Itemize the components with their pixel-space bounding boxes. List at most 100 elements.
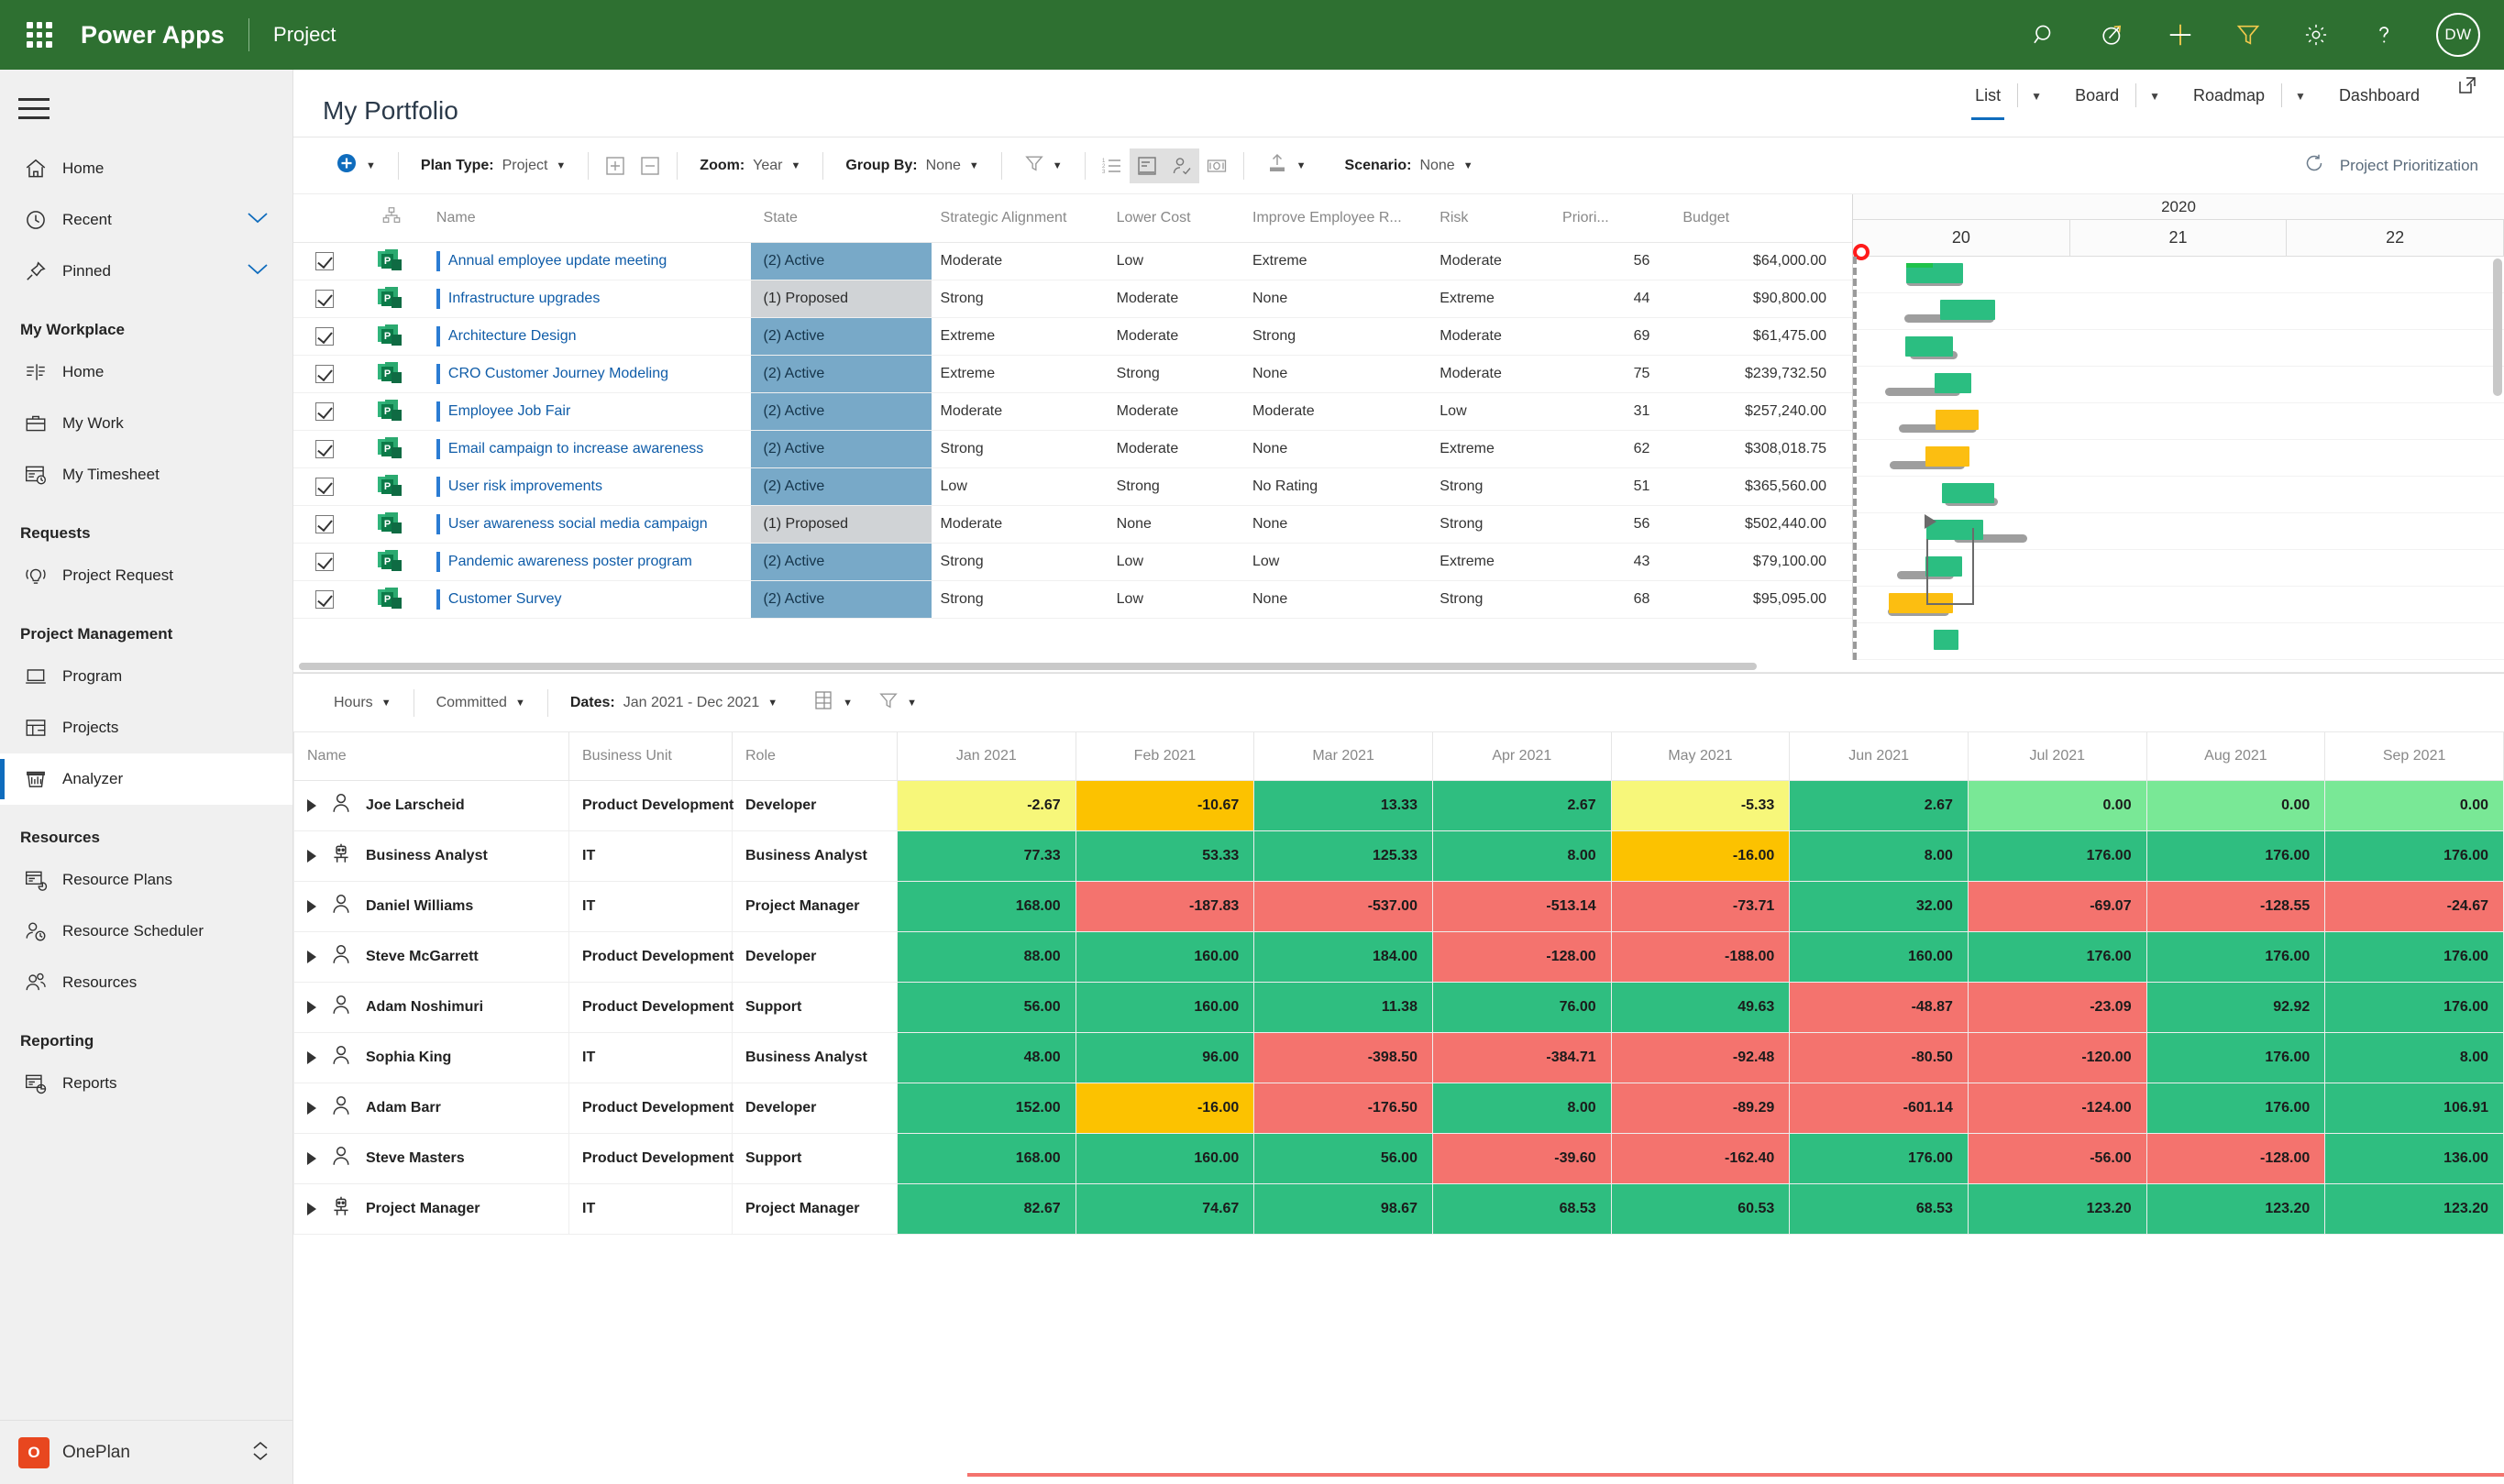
resource-month-cell[interactable]: 82.67	[897, 1182, 1076, 1235]
resource-month-cell[interactable]: 74.67	[1075, 1182, 1255, 1235]
resource-month-cell[interactable]: 68.53	[1431, 1182, 1612, 1235]
resource-month-cell[interactable]: -56.00	[1967, 1132, 2147, 1184]
project-name-cell[interactable]: Architecture Design	[426, 317, 751, 356]
gear-icon[interactable]	[2300, 19, 2332, 50]
tab-label[interactable]: Roadmap	[2177, 86, 2281, 120]
resource-month-cell[interactable]: -601.14	[1789, 1082, 1969, 1134]
project-name-cell[interactable]: User risk improvements	[426, 467, 751, 506]
resource-month-cell[interactable]: 53.33	[1075, 830, 1255, 882]
resource-month-cell[interactable]: -188.00	[1610, 930, 1791, 983]
resource-month-cell[interactable]: 106.91	[2324, 1082, 2504, 1134]
chevron-down-icon[interactable]: ▼	[843, 698, 853, 709]
chevron-down-icon[interactable]: ▼	[969, 160, 979, 171]
resource-name-cell[interactable]: Steve Masters	[293, 1132, 569, 1184]
resource-month-cell[interactable]: 88.00	[897, 930, 1076, 983]
table-row[interactable]: P Employee Job Fair (2) Active Moderate Mode…	[293, 392, 1852, 431]
tab-label[interactable]: Board	[2058, 86, 2135, 120]
chevron-down-icon[interactable]: ▼	[791, 160, 801, 171]
resource-month-cell[interactable]: 176.00	[1789, 1132, 1969, 1184]
resource-month-cell[interactable]: -16.00	[1610, 830, 1791, 882]
gantt-bar[interactable]	[1936, 410, 1979, 430]
units-dropdown[interactable]: Hours ▼	[321, 683, 404, 723]
resource-col-month[interactable]: Jan 2021	[897, 732, 1076, 781]
expand-triangle-icon[interactable]	[307, 950, 316, 963]
resource-month-cell[interactable]: 176.00	[2145, 830, 2326, 882]
resource-row[interactable]: Adam Barr Product Development Developer 152…	[293, 1082, 2504, 1134]
sidebar-item-my-timesheet[interactable]: My Timesheet	[0, 449, 292, 500]
project-name-cell[interactable]: Infrastructure upgrades	[426, 280, 751, 318]
table-row[interactable]: P Infrastructure upgrades (1) Proposed Stro…	[293, 280, 1852, 318]
col-risk[interactable]: Risk	[1430, 194, 1554, 243]
chevron-down-icon[interactable]: ▼	[381, 698, 392, 709]
sidebar-item-pinned[interactable]: Pinned	[0, 246, 292, 297]
expand-all-icon[interactable]	[598, 148, 633, 183]
search-icon[interactable]	[2029, 19, 2060, 50]
project-name-cell[interactable]: Email campaign to increase awareness	[426, 430, 751, 468]
resource-col-business-unit[interactable]: Business Unit	[568, 732, 733, 781]
col-lower-cost[interactable]: Lower Cost	[1107, 194, 1243, 243]
resource-name-cell[interactable]: Joe Larscheid	[293, 779, 569, 831]
resource-col-month[interactable]: Jul 2021	[1967, 732, 2147, 781]
col-budget[interactable]: Budget	[1673, 194, 1852, 243]
gantt-chart[interactable]: 2020 20 21 22	[1852, 194, 2504, 660]
row-checkbox[interactable]	[293, 242, 357, 280]
table-row[interactable]: P User risk improvements (2) Active Low Stro…	[293, 467, 1852, 506]
resource-month-cell[interactable]: -513.14	[1431, 880, 1612, 932]
gantt-bar[interactable]	[1935, 373, 1971, 393]
sidebar-item-recent[interactable]: Recent	[0, 194, 292, 246]
tab-roadmap[interactable]: Roadmap ▼	[2177, 70, 2322, 137]
resource-month-cell[interactable]: 76.00	[1431, 981, 1612, 1033]
resource-month-cell[interactable]: 136.00	[2324, 1132, 2504, 1184]
resource-col-month[interactable]: Mar 2021	[1253, 732, 1433, 781]
resource-month-cell[interactable]: 176.00	[2145, 1082, 2326, 1134]
resource-month-cell[interactable]: 176.00	[1967, 930, 2147, 983]
table-row[interactable]: P Architecture Design (2) Active Extreme Mod…	[293, 317, 1852, 356]
resource-month-cell[interactable]: 96.00	[1075, 1031, 1255, 1083]
resource-month-cell[interactable]: -537.00	[1253, 880, 1433, 932]
resource-month-cell[interactable]: 160.00	[1075, 981, 1255, 1033]
table-layout-button[interactable]: ▼	[800, 683, 866, 723]
sidebar-item-project-request[interactable]: Project Request	[0, 550, 292, 601]
tab-dashboard[interactable]: Dashboard	[2322, 70, 2436, 137]
resource-month-cell[interactable]: 168.00	[897, 1132, 1076, 1184]
resource-month-cell[interactable]: 92.92	[2145, 981, 2326, 1033]
resource-month-cell[interactable]: -24.67	[2324, 880, 2504, 932]
tab-label[interactable]: Dashboard	[2322, 86, 2436, 120]
resource-col-month[interactable]: Sep 2021	[2324, 732, 2504, 781]
chevron-down-icon[interactable]	[247, 263, 269, 280]
sidebar-item-analyzer[interactable]: Analyzer	[0, 753, 292, 805]
resource-col-month[interactable]: Feb 2021	[1075, 732, 1255, 781]
resource-col-month[interactable]: May 2021	[1610, 732, 1791, 781]
col-strategic-alignment[interactable]: Strategic Alignment	[931, 194, 1108, 243]
resource-month-cell[interactable]: 184.00	[1253, 930, 1433, 983]
row-checkbox[interactable]	[293, 580, 357, 619]
chevron-updown-icon[interactable]	[250, 1439, 270, 1467]
chevron-down-icon[interactable]	[247, 212, 269, 228]
expand-triangle-icon[interactable]	[307, 849, 316, 863]
select-all-header[interactable]	[293, 194, 357, 243]
tab-board[interactable]: Board ▼	[2058, 70, 2177, 137]
gantt-row[interactable]	[1853, 440, 2504, 477]
chevron-down-icon[interactable]: ▼	[2282, 90, 2322, 117]
export-button[interactable]: ▼	[1253, 146, 1319, 186]
expand-triangle-icon[interactable]	[307, 1202, 316, 1215]
resource-month-cell[interactable]: 56.00	[1253, 1132, 1433, 1184]
resource-month-cell[interactable]: 13.33	[1253, 779, 1433, 831]
resource-month-cell[interactable]: 68.53	[1789, 1182, 1969, 1235]
resource-month-cell[interactable]: 2.67	[1431, 779, 1612, 831]
group-by-dropdown[interactable]: Group By: None ▼	[833, 146, 991, 186]
resource-month-cell[interactable]: -73.71	[1610, 880, 1791, 932]
resource-month-cell[interactable]: 152.00	[897, 1082, 1076, 1134]
chevron-down-icon[interactable]: ▼	[366, 160, 376, 171]
resource-col-month[interactable]: Apr 2021	[1431, 732, 1612, 781]
resource-month-cell[interactable]: 77.33	[897, 830, 1076, 882]
gantt-bar[interactable]	[1925, 446, 1969, 467]
chevron-down-icon[interactable]: ▼	[1053, 160, 1063, 171]
chevron-down-icon[interactable]: ▼	[907, 698, 917, 709]
resource-row[interactable]: Adam Noshimuri Product Development Support…	[293, 981, 2504, 1033]
col-improve-employee[interactable]: Improve Employee R...	[1243, 194, 1431, 243]
gantt-bar[interactable]	[1925, 556, 1962, 577]
resource-month-cell[interactable]: 123.20	[2145, 1182, 2326, 1235]
chevron-down-icon[interactable]: ▼	[556, 160, 566, 171]
sidebar-item-my-work[interactable]: My Work	[0, 398, 292, 449]
